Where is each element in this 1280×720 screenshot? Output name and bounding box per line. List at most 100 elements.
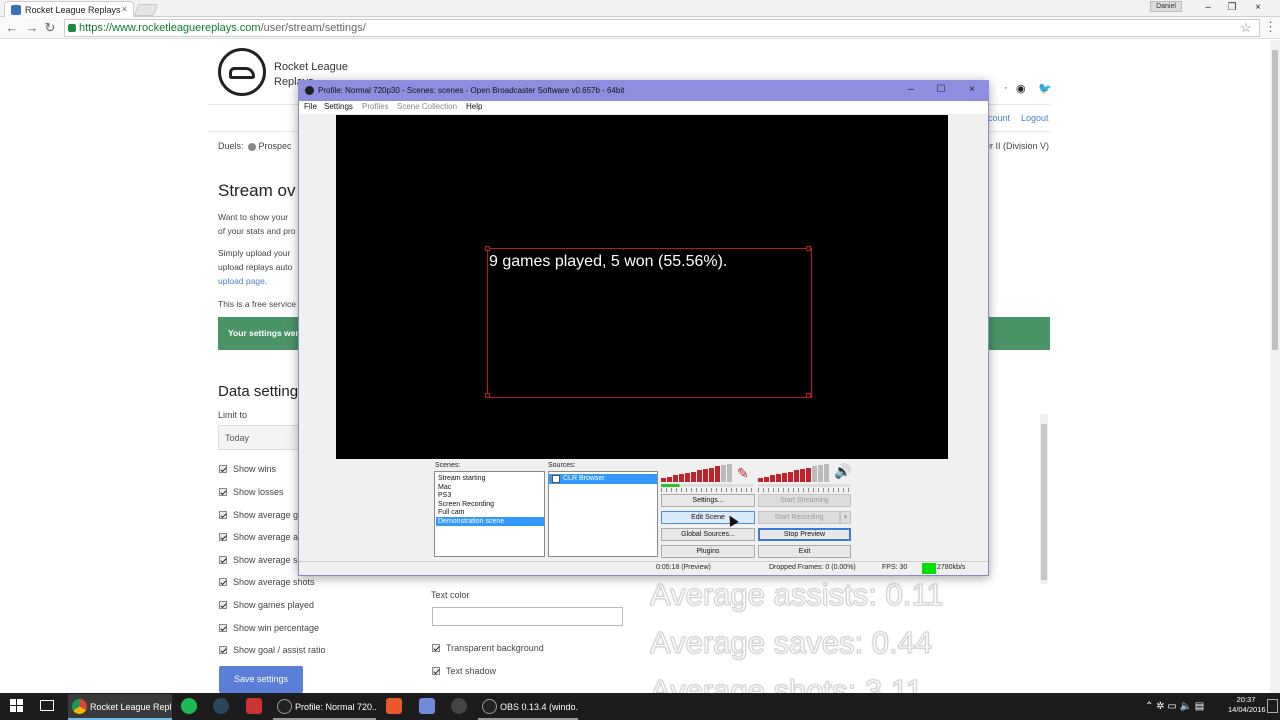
- browser-tab[interactable]: Rocket League Replays ×: [4, 1, 134, 17]
- scene-item[interactable]: Full cam: [436, 508, 544, 517]
- obs-menu-help[interactable]: Help: [466, 102, 482, 111]
- taskbar-clock[interactable]: 20:37 14/04/2016: [1228, 695, 1266, 715]
- exit-button[interactable]: Exit: [758, 545, 851, 558]
- task-view-icon[interactable]: [40, 700, 54, 711]
- obs-close-icon[interactable]: ×: [962, 82, 982, 98]
- volume-meter-bar: [824, 463, 829, 482]
- resize-handle[interactable]: [806, 393, 811, 398]
- obs-maximize-icon[interactable]: ☐: [931, 82, 951, 98]
- scenes-label: Scenes:: [435, 462, 461, 469]
- taskbar-obs-studio[interactable]: OBS 0.13.4 (windo...: [478, 694, 578, 720]
- data-settings-heading: Data setting: [218, 383, 299, 400]
- volume-meter-bar: [691, 471, 696, 482]
- profile-button[interactable]: Daniel: [1150, 1, 1182, 12]
- car-logo-icon: [229, 67, 255, 79]
- discord-icon[interactable]: [419, 698, 435, 714]
- show-win-percentage-checkbox[interactable]: Show win percentage: [219, 623, 319, 633]
- show-avg-assists-checkbox[interactable]: Show average a: [219, 532, 298, 542]
- show-goal-assist-ratio-checkbox[interactable]: Show goal / assist ratio: [219, 645, 326, 655]
- restore-icon[interactable]: ❐: [1220, 0, 1244, 16]
- stop-preview-button[interactable]: Stop Preview: [758, 528, 851, 541]
- scene-item-selected[interactable]: Demonstration scene: [436, 517, 544, 526]
- address-bar[interactable]: https://www.rocketleaguereplays.com/user…: [64, 19, 1260, 37]
- page-scrollbar-thumb[interactable]: [1272, 50, 1278, 350]
- reddit-icon[interactable]: ◉: [1016, 82, 1026, 95]
- social-dot-icon[interactable]: ·: [1004, 82, 1008, 94]
- start-icon[interactable]: [10, 699, 24, 713]
- source-visibility-checkbox[interactable]: [552, 475, 560, 483]
- obs-menu-settings[interactable]: Settings: [324, 102, 353, 111]
- show-losses-checkbox[interactable]: Show losses: [219, 487, 284, 497]
- xsplit-icon[interactable]: [386, 698, 402, 714]
- site-logo[interactable]: [218, 48, 266, 96]
- show-avg-saves-checkbox[interactable]: Show average s: [219, 555, 298, 565]
- spotify-icon[interactable]: [181, 698, 197, 714]
- app-icon[interactable]: [451, 698, 467, 714]
- transparent-background-checkbox[interactable]: Transparent background: [432, 643, 544, 653]
- bookmark-star-icon[interactable]: ☆: [1240, 20, 1252, 36]
- system-tray-icons[interactable]: ⌃ ✲ ▭ 🔈 ▤: [1145, 693, 1204, 720]
- obs-settings-button[interactable]: Settings...: [661, 494, 755, 507]
- tab-close-icon[interactable]: ×: [122, 4, 127, 14]
- source-item[interactable]: CLR Browser: [549, 474, 657, 484]
- checkbox-checked-icon[interactable]: [432, 667, 440, 675]
- minimize-icon[interactable]: –: [1196, 0, 1220, 16]
- text-shadow-checkbox[interactable]: Text shadow: [432, 666, 496, 676]
- nav-account-link[interactable]: count: [988, 113, 1010, 123]
- checkbox-checked-icon[interactable]: [432, 644, 440, 652]
- upload-page-link[interactable]: upload page: [218, 276, 265, 286]
- volume-meter-bar: [685, 472, 690, 482]
- start-streaming-button[interactable]: Start Streaming: [758, 494, 851, 507]
- taskbar-chrome[interactable]: Rocket League Repl...: [68, 694, 172, 720]
- global-sources-button[interactable]: Global Sources...: [661, 528, 755, 541]
- preview-scrollbar-thumb[interactable]: [1041, 424, 1047, 580]
- recording-dropdown-icon[interactable]: ▾: [840, 511, 851, 524]
- steam-icon[interactable]: [213, 698, 229, 714]
- resize-handle[interactable]: [485, 393, 490, 398]
- mic-volume-meter[interactable]: [661, 463, 733, 482]
- forward-icon[interactable]: →: [24, 20, 40, 36]
- browser-menu-icon[interactable]: ⋮: [1264, 19, 1277, 35]
- checkbox-checked-icon[interactable]: [219, 624, 227, 632]
- microphone-icon[interactable]: ✎: [737, 465, 749, 482]
- checkbox-checked-icon[interactable]: [219, 646, 227, 654]
- speaker-icon[interactable]: 🔊: [834, 463, 851, 480]
- checkbox-checked-icon[interactable]: [219, 488, 227, 496]
- limit-select[interactable]: Today: [218, 425, 303, 450]
- show-avg-shots-checkbox[interactable]: Show average shots: [219, 577, 315, 587]
- show-games-played-checkbox[interactable]: Show games played: [219, 600, 314, 610]
- close-icon[interactable]: ×: [1246, 0, 1270, 16]
- obs-menu-file[interactable]: File: [304, 102, 317, 111]
- nav-logout-link[interactable]: Logout: [1021, 113, 1049, 123]
- notifications-icon[interactable]: [1267, 699, 1278, 713]
- show-avg-goals-checkbox[interactable]: Show average g: [219, 510, 298, 520]
- checkbox-checked-icon[interactable]: [219, 511, 227, 519]
- checkbox-checked-icon[interactable]: [219, 578, 227, 586]
- checkbox-checked-icon[interactable]: [219, 556, 227, 564]
- start-recording-button[interactable]: Start Recording: [758, 511, 840, 524]
- scene-item[interactable]: PS3: [436, 491, 544, 500]
- checkbox-checked-icon[interactable]: [219, 601, 227, 609]
- checkbox-checked-icon[interactable]: [219, 465, 227, 473]
- checkbox-label: Show wins: [233, 464, 277, 474]
- desktop-volume-meter[interactable]: [758, 463, 830, 482]
- resize-handle[interactable]: [485, 246, 490, 251]
- checkbox-checked-icon[interactable]: [219, 533, 227, 541]
- edit-scene-button[interactable]: Edit Scene: [661, 511, 755, 524]
- obs-menu-profiles[interactable]: Profiles: [362, 102, 389, 111]
- obs-menu-scene-collection[interactable]: Scene Collection: [397, 102, 457, 111]
- rocket-league-icon[interactable]: [246, 698, 262, 714]
- resize-handle[interactable]: [806, 246, 811, 251]
- reload-icon[interactable]: ↻: [42, 20, 58, 36]
- twitter-icon[interactable]: 🐦: [1038, 82, 1052, 95]
- volume-meter-bar: [697, 470, 702, 482]
- scene-item[interactable]: Stream starting: [436, 474, 544, 483]
- obs-minimize-icon[interactable]: –: [901, 82, 921, 98]
- save-settings-button[interactable]: Save settings: [219, 666, 303, 693]
- show-wins-checkbox[interactable]: Show wins: [219, 464, 276, 474]
- scenes-list[interactable]: Stream starting Mac PS3 Screen Recording…: [434, 471, 545, 557]
- taskbar-obs-profile[interactable]: Profile: Normal 720...: [273, 694, 376, 720]
- plugins-button[interactable]: Plugins: [661, 545, 755, 558]
- text-color-input[interactable]: [432, 607, 623, 626]
- back-icon[interactable]: ←: [4, 20, 20, 36]
